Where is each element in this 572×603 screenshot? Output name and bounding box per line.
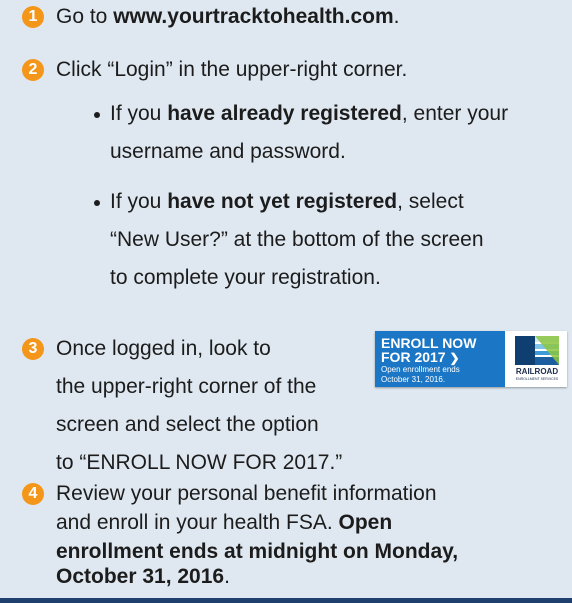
- text-run: and enroll in your health FSA.: [56, 511, 339, 534]
- step-1-text: Go to www.yourtracktohealth.com.: [56, 4, 400, 30]
- enroll-now-button[interactable]: ENROLL NOW FOR 2017 ❯ Open enrollment en…: [375, 331, 505, 387]
- text-run-bold: October 31, 2016: [56, 565, 225, 588]
- text-run: If you: [110, 190, 168, 213]
- step-2-text: Click “Login” in the upper-right corner.: [56, 58, 408, 81]
- step-4-badge: 4: [22, 483, 44, 505]
- website-link[interactable]: www.yourtracktohealth.com: [113, 5, 393, 28]
- banner-year: FOR 2017: [381, 349, 446, 365]
- banner-line-1: ENROLL NOW: [381, 335, 477, 351]
- bottom-divider: [0, 598, 572, 603]
- step-4-line-2: and enroll in your health FSA. Open: [56, 510, 392, 536]
- text-run: .: [224, 565, 230, 588]
- step-4-line-1: Review your personal benefit information: [56, 482, 437, 505]
- logo-name: RAILROAD: [515, 367, 559, 376]
- text-run-bold: have not yet registered: [167, 190, 398, 213]
- text-run: If you: [110, 102, 168, 125]
- step-4-line-3: enrollment ends at midnight on Monday,: [56, 539, 458, 565]
- banner-sub-2: October 31, 2016.: [381, 375, 446, 384]
- step-2-badge: 2: [22, 59, 44, 81]
- enroll-now-banner[interactable]: ENROLL NOW FOR 2017 ❯ Open enrollment en…: [375, 331, 567, 387]
- text-run-bold: Open: [338, 511, 393, 534]
- step-3-line-3: screen and select the option: [56, 413, 319, 436]
- bullet-dot: [94, 200, 100, 206]
- text-run: .: [393, 5, 400, 28]
- text-run: , enter your: [401, 102, 509, 125]
- step-3-line-1: Once logged in, look to: [56, 337, 271, 360]
- chevron-right-icon: ❯: [449, 351, 460, 365]
- step-3-badge: 3: [22, 338, 44, 360]
- bullet-2-line-3: to complete your registration.: [110, 266, 381, 289]
- step-3-line-4: to “ENROLL NOW FOR 2017.”: [56, 451, 343, 474]
- banner-sub-1: Open enrollment ends: [381, 365, 460, 374]
- bullet-1-line-2: username and password.: [110, 140, 346, 163]
- bullet-dot: [94, 112, 100, 118]
- banner-line-2: FOR 2017 ❯: [381, 350, 460, 365]
- logo-sub: ENROLLMENT SERVICES: [515, 377, 559, 381]
- instructions-panel: 1 Go to www.yourtracktohealth.com. 2 Cli…: [0, 0, 572, 603]
- railroad-logo-icon: RAILROAD ENROLLMENT SERVICES: [509, 333, 565, 385]
- text-run: , select: [397, 190, 464, 213]
- bullet-2-line-2: “New User?” at the bottom of the screen: [110, 228, 484, 251]
- text-run-bold: enrollment ends at midnight on Monday,: [56, 540, 459, 563]
- railroad-logo-mark: [515, 336, 559, 365]
- bullet-2-line-1: If you have not yet registered, select: [110, 189, 464, 215]
- text-run: Go to: [56, 5, 114, 28]
- text-run-bold: have already registered: [167, 102, 402, 125]
- step-3-line-2: the upper-right corner of the: [56, 375, 317, 398]
- bullet-1-line-1: If you have already registered, enter yo…: [110, 101, 508, 127]
- step-4-line-4: October 31, 2016.: [56, 564, 230, 590]
- step-1-badge: 1: [22, 6, 44, 28]
